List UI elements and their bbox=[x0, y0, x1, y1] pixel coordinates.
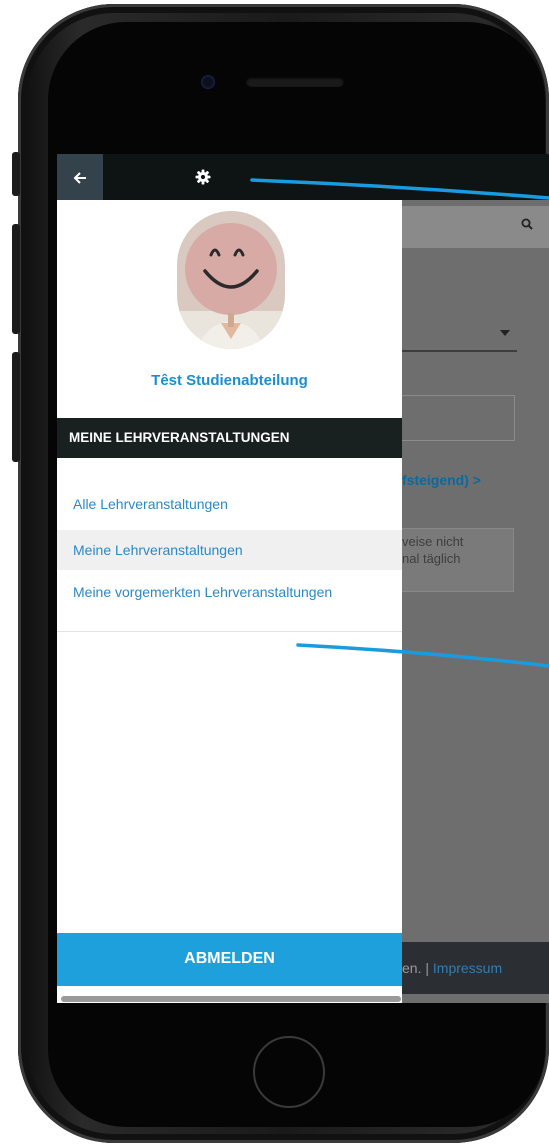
callout-lines bbox=[250, 178, 549, 668]
callout-line-drawer bbox=[296, 643, 549, 668]
callout-line-header bbox=[250, 178, 549, 200]
